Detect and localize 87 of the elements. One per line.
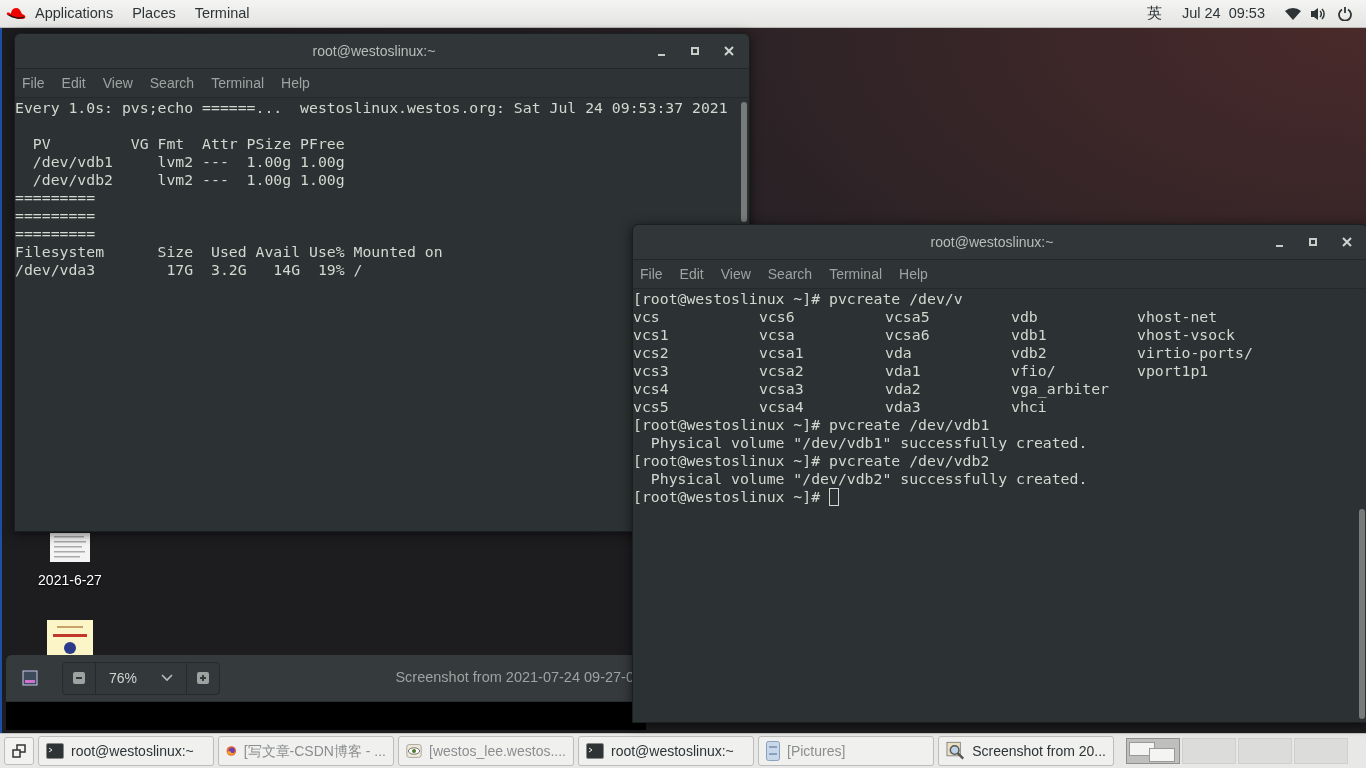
- terminal-line: /dev/vdb2 lvm2 --- 1.00g 1.00g: [31, 171, 345, 189]
- terminal-line: [root@westoslinux ~]# pvcreate /dev/vdb1: [633, 416, 990, 434]
- desktop-icon-label[interactable]: 2021-6-27: [38, 570, 102, 591]
- zoom-dropdown[interactable]: 76%: [96, 662, 186, 694]
- completion-item: vcs1: [633, 326, 670, 344]
- completion-item: vcsa3: [759, 380, 805, 398]
- taskbar-window-button[interactable]: [写文章-CSDN博客 - ...: [218, 736, 394, 766]
- completion-item: vdb1: [1011, 326, 1048, 344]
- terminal-icon: [586, 743, 604, 759]
- power-icon[interactable]: [1338, 6, 1352, 21]
- menu-item[interactable]: File: [640, 263, 663, 285]
- terminal-line: /dev/vda3 17G 3.2G 14G 19% /: [15, 261, 363, 279]
- terminal-prompt: [root@westoslinux ~]#: [633, 488, 821, 506]
- hat-icon: [6, 6, 26, 21]
- gallery-icon[interactable]: [22, 670, 38, 686]
- magnifier-icon: [946, 741, 966, 761]
- completion-item: vda: [885, 344, 913, 362]
- completion-item: vcs3: [633, 362, 670, 380]
- terminal-line: Physical volume "/dev/vdb2" successfully created.: [649, 470, 1088, 488]
- terminal-line: Physical volume "/dev/vdb1" successfully created.: [649, 434, 1088, 452]
- terminal-line: =========: [15, 189, 96, 207]
- terminal-line: /dev/vdb1 lvm2 --- 1.00g 1.00g: [31, 153, 345, 171]
- completion-item: vcsa5: [885, 308, 931, 326]
- volume-icon[interactable]: [1310, 6, 1326, 21]
- menu-item[interactable]: View: [102, 72, 133, 94]
- menu-item[interactable]: Help: [281, 72, 310, 94]
- completion-item: vcsa6: [885, 326, 931, 344]
- menu-item[interactable]: File: [22, 72, 45, 94]
- completion-item: vcsa4: [759, 398, 805, 416]
- menu-item[interactable]: Edit: [61, 72, 86, 94]
- menu-item[interactable]: Help: [899, 263, 928, 285]
- eye-icon: [406, 742, 423, 760]
- terminal-line: Every 1.0s: pvs;echo ======... westoslinux.westos.org: Sat Jul 24 09:53:37 2021: [15, 99, 728, 117]
- completion-item: vcs2: [633, 344, 670, 362]
- completion-item: vcs: [633, 308, 661, 326]
- menu-item[interactable]: Search: [149, 72, 195, 94]
- show-desktop-button[interactable]: [4, 737, 34, 765]
- terminal-line: [root@westoslinux ~]# pvcreate /dev/v: [633, 290, 963, 308]
- completion-item: vdb: [1011, 308, 1039, 326]
- completion-item: vda2: [885, 380, 922, 398]
- terminal-line: =========: [15, 225, 96, 243]
- completion-item: virtio-ports/: [1137, 344, 1254, 362]
- windows-icon: [12, 744, 26, 758]
- completion-item: vcsa2: [759, 362, 805, 380]
- taskbar-window-button[interactable]: [westos_lee.westos....: [398, 736, 574, 766]
- completion-item: vfio/: [1011, 362, 1057, 380]
- menu-item[interactable]: Terminal: [829, 263, 883, 285]
- cursor: [829, 488, 840, 506]
- terminal-line: PV VG Fmt Attr PSize PFree: [31, 135, 345, 153]
- scrollbar[interactable]: [1359, 509, 1365, 719]
- completion-item: vga_arbiter: [1011, 380, 1110, 398]
- taskbar-window-button[interactable]: root@westoslinux:~: [38, 736, 214, 766]
- menu-item[interactable]: Search: [767, 263, 813, 285]
- window-title: root@westoslinux:~: [312, 41, 436, 61]
- files-icon: [766, 741, 780, 761]
- terminal-icon: [46, 743, 64, 759]
- top-menu-item[interactable]: Applications: [35, 2, 114, 25]
- input-method-indicator[interactable]: 英: [1146, 2, 1162, 25]
- completion-item: vda3: [885, 398, 922, 416]
- taskbar-window-button[interactable]: Screenshot from 20...: [938, 736, 1114, 766]
- scrollbar[interactable]: [741, 102, 747, 222]
- completion-item: vcs5: [633, 398, 670, 416]
- menu-item[interactable]: Terminal: [211, 72, 265, 94]
- terminal-line: Filesystem Size Used Avail Use% Mounted on: [15, 243, 443, 261]
- window-title: root@westoslinux:~: [930, 232, 1054, 252]
- completion-item: vhost-net: [1137, 308, 1219, 326]
- completion-item: vda1: [885, 362, 922, 380]
- clock[interactable]: Jul 24 09:53: [1181, 2, 1265, 25]
- completion-item: vcs6: [759, 308, 796, 326]
- completion-item: vdb2: [1011, 344, 1048, 362]
- taskbar-window-button[interactable]: [Pictures]: [758, 736, 934, 766]
- menu-item[interactable]: View: [720, 263, 751, 285]
- terminal-line: [root@westoslinux ~]# pvcreate /dev/vdb2: [633, 452, 990, 470]
- completion-item: vhci: [1011, 398, 1048, 416]
- taskbar-window-button[interactable]: root@westoslinux:~: [578, 736, 754, 766]
- workspace-button[interactable]: [1126, 738, 1180, 764]
- chevron-down-icon: [161, 674, 173, 682]
- completion-item: vhost-vsock: [1137, 326, 1236, 344]
- top-menu-item[interactable]: Places: [132, 2, 176, 25]
- completion-item: vcsa: [759, 326, 796, 344]
- wifi-icon[interactable]: [1285, 7, 1301, 20]
- top-menu-item[interactable]: Terminal: [194, 2, 250, 25]
- terminal-line: =========: [15, 207, 96, 225]
- completion-item: vport1p1: [1137, 362, 1210, 380]
- completion-item: vcs4: [633, 380, 670, 398]
- menu-item[interactable]: Edit: [679, 263, 704, 285]
- completion-item: vcsa1: [759, 344, 805, 362]
